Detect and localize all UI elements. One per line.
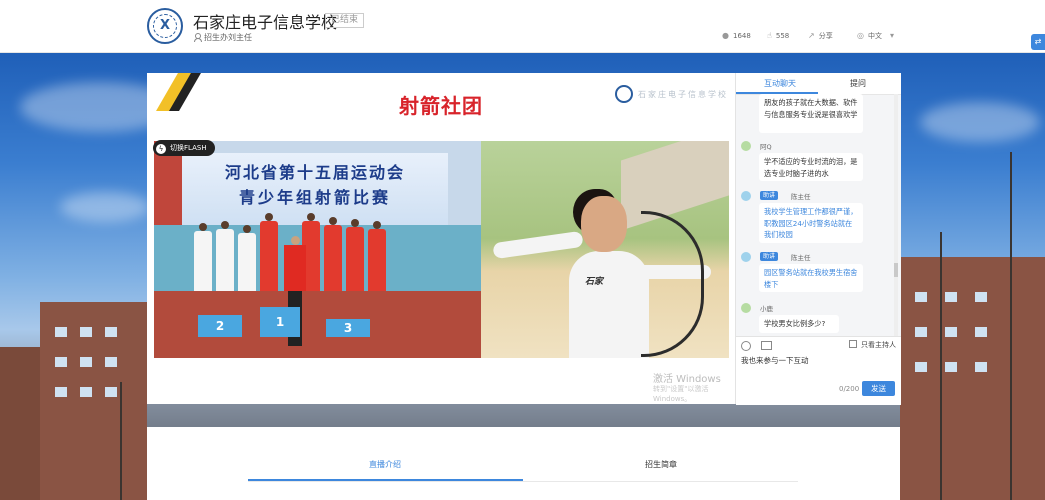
role-tag: 助讲 (760, 191, 779, 200)
chat-username: 小鹿 (760, 305, 773, 313)
chat-message-bubble: 朋友的孩子就在大数据、软件与信息服务专业说是很喜欢学 (759, 94, 863, 133)
chat-scrollbar[interactable] (894, 94, 898, 357)
tab-questions[interactable]: 提问 (850, 78, 866, 89)
event-board-line1: 河北省第十五届运动会 (224, 163, 405, 182)
podium-first: 1 (260, 307, 300, 337)
view-count: ● 1648 (722, 31, 751, 40)
flash-icon: ϟ (156, 144, 166, 154)
message-list[interactable]: 朋友的孩子就在大数据、软件与信息服务专业说是很喜欢学 阿Q 学不适应的专业时流的… (736, 94, 894, 357)
emoji-icon[interactable] (741, 341, 751, 351)
tab-live-intro[interactable]: 直播介绍 (369, 459, 401, 470)
language-select[interactable]: ◎ 中文 ▾ (857, 31, 898, 41)
image-icon[interactable] (761, 341, 772, 350)
thumbs-up-icon: ☝ (767, 31, 772, 40)
globe-icon: ◎ (857, 31, 864, 40)
chat-message-bubble: 学不适应的专业时流的泪，是选专业时脑子进的水 (759, 153, 863, 181)
char-counter: 0/200 (839, 385, 860, 393)
host-name: 招生办刘主任 (204, 33, 252, 42)
banner-logo-text: 石家庄电子信息学校 (638, 90, 728, 99)
chat-message-bubble: 学校男女比例多少? (759, 315, 839, 333)
chat-tabs: 互动聊天 提问 (736, 73, 901, 95)
chevron-down-icon: ▾ (889, 31, 894, 40)
host-info: 招生办刘主任 (194, 32, 252, 43)
event-board: 河北省第十五届运动会 青少年组射箭比赛 (182, 153, 448, 225)
chat-compose: 只看主持人 我也来参与一下互动 0/200 发送 (736, 336, 901, 405)
chat-scrollbar-thumb[interactable] (894, 263, 898, 277)
user-avatar (741, 252, 751, 262)
share-icon: ↗ (808, 31, 815, 40)
award-ceremony-scene: 河北省第十五届运动会 青少年组射箭比赛 2 1 3 (154, 141, 481, 358)
chat-input[interactable]: 我也来参与一下互动 (741, 355, 809, 366)
person-icon (194, 33, 202, 42)
tab-interactive-chat[interactable]: 互动聊天 (764, 78, 796, 89)
banner-logo (615, 85, 633, 103)
shirt-text: 石家 (585, 277, 604, 287)
video-player[interactable]: 射箭社团 石家庄电子信息学校 ϟ 切换FLASH 河北省第十五届运动会 青少年组射… (147, 73, 735, 404)
video-frame[interactable]: 河北省第十五届运动会 青少年组射箭比赛 2 1 3 石家 (154, 141, 729, 358)
content-section: 直播介绍 招生简章 (147, 427, 900, 500)
chat-message-bubble: 我校学生管理工作都很严谨，职教园区24小时警务站就在我们校园 (759, 203, 863, 243)
user-avatar (741, 303, 751, 313)
school-name[interactable]: 石家庄电子信息学校 (193, 9, 337, 33)
switch-flash-button[interactable]: ϟ 切换FLASH (153, 140, 215, 156)
event-board-line2: 青少年组射箭比赛 (238, 188, 391, 207)
status-badge: 已结束 (325, 13, 365, 28)
podium-third: 3 (326, 319, 370, 337)
share-button[interactable]: ↗ 分享 (808, 31, 833, 41)
archer-scene: 石家 (481, 141, 729, 358)
podium-second: 2 (198, 315, 242, 337)
tab-admission-guide[interactable]: 招生简章 (645, 459, 677, 470)
user-avatar (741, 141, 751, 151)
user-avatar (741, 191, 751, 201)
chat-username: 陈主任 (791, 193, 811, 201)
eye-icon: ● (722, 31, 729, 40)
bow (641, 211, 704, 357)
chat-username: 陈主任 (791, 254, 811, 262)
windows-activation-sub: 转到"设置"以激活 Windows。 (653, 385, 709, 403)
top-header: 石家庄电子信息学校 已结束 招生办刘主任 ●1648 ☝558 ↗分享 ◎中文▾… (0, 0, 1045, 53)
chat-username: 阿Q (760, 143, 772, 151)
windows-activation-title: 激活 Windows (653, 374, 721, 385)
video-banner: 射箭社团 石家庄电子信息学校 (147, 73, 735, 141)
role-tag: 助讲 (760, 252, 779, 261)
side-dock-button[interactable]: ⇄ (1031, 34, 1045, 50)
school-logo[interactable] (147, 8, 183, 44)
like-button[interactable]: ☝ 558 (767, 31, 789, 40)
chat-panel: 互动聊天 提问 朋友的孩子就在大数据、软件与信息服务专业说是很喜欢学 阿Q 学不… (735, 73, 901, 405)
chat-message-bubble: 园区警务站就在我校男生宿舍楼下 (759, 264, 863, 292)
send-button[interactable]: 发送 (862, 381, 895, 396)
checkbox-icon (849, 340, 857, 348)
only-host-checkbox[interactable]: 只看主持人 (849, 340, 896, 350)
